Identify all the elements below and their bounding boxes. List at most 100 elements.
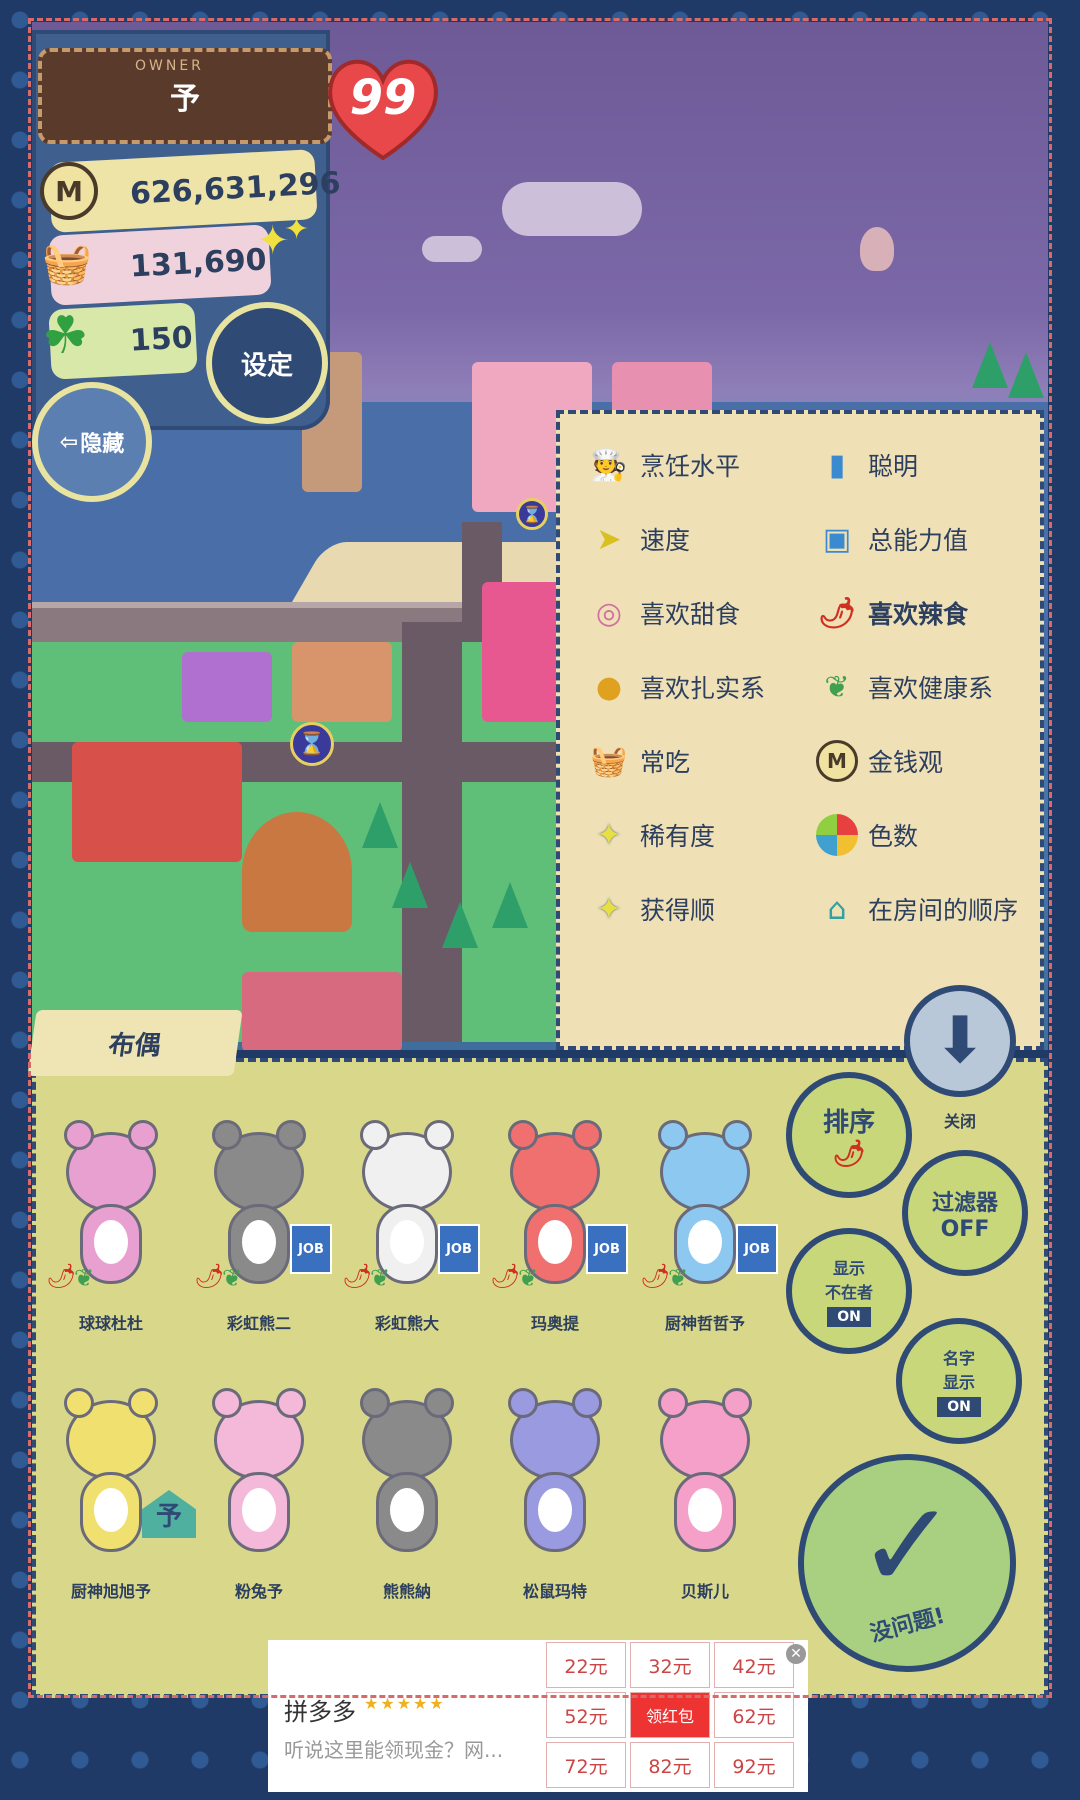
ad-cell[interactable]: 82元: [630, 1742, 710, 1788]
chili-icon: 🌶: [490, 1262, 521, 1290]
lollipop-icon: ◎: [595, 595, 623, 631]
doll-name: 粉兔予: [234, 1582, 283, 1601]
show-absent-toggle[interactable]: 显示 不在者 ON: [786, 1228, 912, 1354]
tab-dolls[interactable]: 布偶: [27, 1010, 243, 1076]
doll-card[interactable]: 🌶 ❦ JOB: [640, 1112, 778, 1312]
tree: [972, 342, 1008, 388]
clover-icon: ☘: [42, 306, 89, 366]
purple-shop: [182, 652, 272, 722]
police-station: [72, 742, 242, 862]
doll-ear-left: [64, 1388, 94, 1418]
show-name-toggle[interactable]: 名字 显示 ON: [896, 1318, 1022, 1444]
doll-name: 彩虹熊二: [226, 1314, 291, 1333]
doll-card[interactable]: 🌶 ❦: [46, 1112, 176, 1312]
doll-card[interactable]: 🌶 ❦ JOB: [342, 1112, 480, 1312]
doll-card[interactable]: [342, 1380, 472, 1580]
doll-card[interactable]: [194, 1380, 324, 1580]
legend-item: ◎ 喜欢甜食: [588, 592, 740, 634]
checkmark-icon: ✓: [856, 1477, 958, 1616]
legend-item: M 金钱观: [816, 740, 943, 782]
ad-cell[interactable]: 32元: [630, 1642, 710, 1688]
doll-belly: [94, 1488, 128, 1532]
doll-ear-right: [276, 1120, 306, 1150]
hourglass-marker-icon[interactable]: ⌛: [516, 498, 548, 530]
doll-ear-right: [572, 1120, 602, 1150]
tree: [492, 882, 528, 928]
legend-label: 金钱观: [868, 748, 944, 777]
doll-belly: [242, 1488, 276, 1532]
ad-red-envelope-cell[interactable]: 领红包: [630, 1692, 710, 1738]
doll-name: 玛奥提: [530, 1314, 579, 1333]
total-ability-icon: ▣: [822, 521, 852, 557]
sparkle-icon: ✦: [596, 891, 622, 927]
chef-hat-icon: 🧑‍🍳: [590, 447, 628, 483]
legend-label: 喜欢扎实系: [640, 674, 766, 703]
ad-cell[interactable]: 62元: [714, 1692, 794, 1738]
ad-banner[interactable]: 拼多多 ★★★★★ 听说这里能领现金？网... 22元 32元 42元 52元 …: [268, 1640, 808, 1792]
leaf-icon: ❦: [222, 1264, 243, 1292]
speed-icon: ➤: [596, 521, 622, 557]
doll-name: 贝斯儿: [680, 1582, 729, 1601]
doll-ear-right: [276, 1388, 306, 1418]
doll-name: 彩虹熊大: [374, 1314, 439, 1333]
ad-brand: 拼多多: [284, 1698, 356, 1726]
legend-label: 喜欢健康系: [868, 674, 994, 703]
chili-icon: 🌶: [832, 1138, 866, 1169]
doll-ear-right: [128, 1388, 158, 1418]
owner-name: 予: [170, 82, 200, 117]
filter-state: OFF: [940, 1216, 990, 1242]
ad-cell[interactable]: 92元: [714, 1742, 794, 1788]
ad-cell[interactable]: 52元: [546, 1692, 626, 1738]
ad-cell[interactable]: 42元: [714, 1642, 794, 1688]
doll-name: 厨神旭旭予: [70, 1582, 151, 1601]
ad-cell[interactable]: 22元: [546, 1642, 626, 1688]
filter-button[interactable]: 过滤器 OFF: [902, 1150, 1028, 1276]
legend-item: ⌂ 在房间的顺序: [816, 888, 1018, 930]
ad-subtitle: 听说这里能领现金？网...: [284, 1738, 504, 1762]
burger-shop: [242, 812, 352, 932]
legend-label: 获得顺: [640, 896, 716, 925]
filter-label: 过滤器: [931, 1190, 998, 1216]
doll-card[interactable]: 🌶 ❦ JOB: [490, 1112, 628, 1312]
legend-label: 常吃: [640, 748, 691, 777]
doll-belly: [94, 1220, 128, 1264]
legend-item: ❦ 喜欢健康系: [816, 666, 993, 708]
doll-ear-left: [658, 1388, 688, 1418]
legend-item: ▣ 总能力值: [816, 518, 968, 560]
settings-gear-button[interactable]: 设定: [206, 302, 328, 424]
doll-card[interactable]: 🌶 ❦ JOB: [194, 1112, 332, 1312]
legend-item: ✦ 获得顺: [588, 888, 715, 930]
hide-button[interactable]: ⇦ 隐藏: [32, 382, 152, 502]
sort-button[interactable]: 排序 🌶: [786, 1072, 912, 1198]
show-name-label: 名字 显示: [942, 1349, 975, 1392]
legend-item: 色数: [816, 814, 918, 856]
doll-ear-left: [508, 1120, 538, 1150]
ok-button[interactable]: ✓ 没问题!: [798, 1454, 1016, 1672]
clover-value: 150: [129, 319, 194, 359]
legend-label: 总能力值: [868, 526, 969, 555]
job-badge-icon: JOB: [438, 1224, 480, 1274]
doll-ear-left: [360, 1388, 390, 1418]
ad-cell[interactable]: 72元: [546, 1742, 626, 1788]
owner-label: OWNER: [135, 58, 204, 74]
book-icon: ▮: [828, 447, 846, 483]
hourglass-marker-icon[interactable]: ⌛: [290, 722, 334, 766]
legend-item: 🧑‍🍳 烹饪水平: [588, 444, 740, 486]
coin-icon: M: [40, 162, 98, 220]
doll-ear-right: [128, 1120, 158, 1150]
doll-card[interactable]: [640, 1380, 770, 1580]
job-badge-icon: JOB: [586, 1224, 628, 1274]
doll-belly: [688, 1220, 722, 1264]
leaf-icon: ❦: [370, 1264, 391, 1292]
doll-card[interactable]: 予: [46, 1380, 196, 1580]
close-button[interactable]: ⬇: [904, 985, 1016, 1097]
hot-air-balloon: [860, 227, 894, 271]
pink-roof-house: [242, 972, 402, 1050]
cottage: [292, 642, 392, 722]
ad-close-icon[interactable]: ✕: [786, 1644, 806, 1664]
chili-icon: 🌶: [342, 1262, 373, 1290]
rating-stars-icon: ★★★★★: [364, 1694, 446, 1713]
doll-card[interactable]: [490, 1380, 620, 1580]
arrow-left-icon: ⇦: [59, 429, 79, 455]
tree: [392, 862, 428, 908]
